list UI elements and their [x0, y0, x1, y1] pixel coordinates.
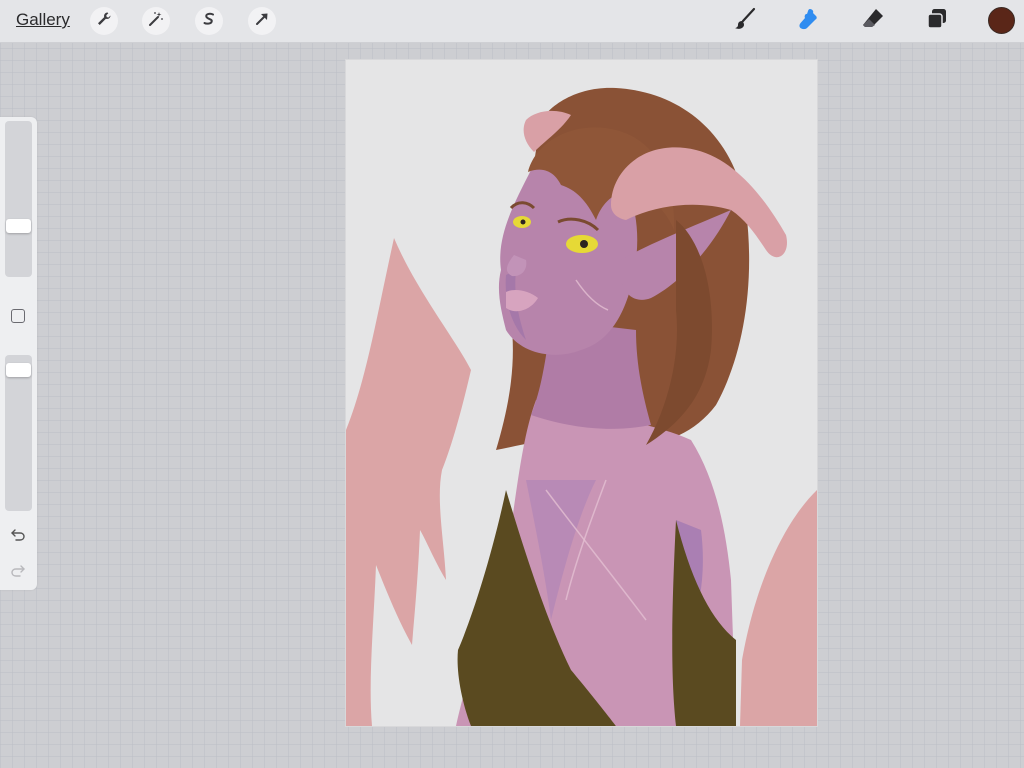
layers-icon	[924, 6, 950, 37]
opacity-thumb[interactable]	[6, 363, 31, 377]
undo-icon[interactable]	[9, 526, 27, 544]
brush-icon	[732, 6, 758, 37]
transform-button[interactable]	[248, 7, 276, 35]
opacity-slider[interactable]	[5, 355, 32, 511]
brush-size-slider[interactable]	[5, 121, 32, 277]
eraser-tool-button[interactable]	[858, 6, 888, 36]
brush-size-thumb[interactable]	[6, 219, 31, 233]
actions-button[interactable]	[90, 7, 118, 35]
drawing-canvas[interactable]	[346, 60, 817, 726]
color-picker-button[interactable]	[988, 7, 1015, 34]
top-toolbar: Gallery	[0, 0, 1024, 43]
brush-tool-button[interactable]	[730, 6, 760, 36]
redo-icon[interactable]	[9, 562, 27, 580]
layers-button[interactable]	[922, 6, 952, 36]
wrench-icon	[96, 11, 112, 32]
modify-button[interactable]	[11, 309, 25, 323]
magic-wand-icon	[148, 11, 164, 32]
artwork-illustration	[346, 60, 817, 726]
gallery-button[interactable]: Gallery	[16, 10, 70, 30]
left-sidebar	[0, 117, 37, 590]
smudge-icon	[796, 6, 822, 37]
adjustments-button[interactable]	[142, 7, 170, 35]
selection-s-icon	[201, 11, 217, 32]
selection-button[interactable]	[195, 7, 223, 35]
arrow-cursor-icon	[254, 11, 270, 32]
smudge-tool-button[interactable]	[794, 6, 824, 36]
eraser-icon	[860, 6, 886, 37]
